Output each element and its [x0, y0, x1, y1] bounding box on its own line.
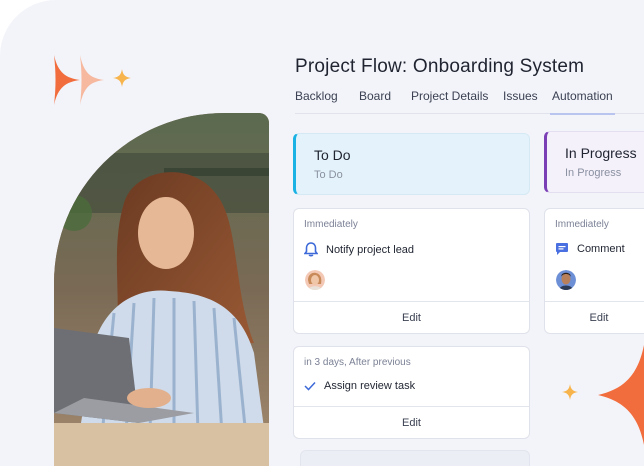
sparkle-small-yellow-icon [113, 69, 131, 87]
automation-action: Notify project lead [304, 242, 414, 257]
tab-issues[interactable]: Issues [503, 88, 538, 114]
automation-action: Assign review task [304, 380, 415, 392]
edit-button[interactable]: Edit [294, 301, 529, 333]
trigger-timing: Immediately [555, 219, 609, 230]
action-label: Comment [577, 243, 625, 255]
column-title: To Do [314, 147, 351, 163]
hero-canvas: Project Flow: Onboarding System Backlog … [0, 0, 644, 466]
avatar [305, 270, 325, 290]
checkmark-icon [304, 381, 316, 391]
bell-icon [304, 242, 318, 257]
action-label: Notify project lead [326, 243, 415, 256]
automation-card: Immediately Comment Edit [544, 208, 644, 334]
column-header-in-progress[interactable]: In Progress In Progress [544, 131, 644, 193]
comment-icon [556, 243, 568, 255]
edit-button[interactable]: Edit [545, 301, 644, 333]
avatar [556, 270, 576, 290]
edit-button[interactable]: Edit [294, 406, 529, 438]
sparkle-small-yellow-icon [562, 384, 578, 400]
hero-photo [54, 113, 269, 466]
trigger-timing: Immediately [304, 219, 358, 230]
automation-card: in 3 days, After previous Assign review … [293, 346, 530, 439]
column-header-todo[interactable]: To Do To Do [293, 133, 530, 195]
tab-automation[interactable]: Automation [550, 88, 615, 115]
trigger-timing: in 3 days, After previous [304, 357, 411, 368]
tab-board[interactable]: Board [359, 88, 391, 114]
column-title: In Progress [565, 145, 637, 161]
next-card-placeholder [300, 450, 530, 466]
column-subtitle: In Progress [565, 167, 622, 179]
automation-action: Comment [555, 242, 625, 256]
automation-card: Immediately Notify project lead Edit [293, 208, 530, 334]
column-subtitle: To Do [314, 169, 343, 181]
sparkle-large-orange-icon [598, 345, 644, 445]
tab-bar: Backlog Board Project Details Issues Aut… [295, 88, 644, 115]
tab-backlog[interactable]: Backlog [295, 88, 338, 114]
action-label: Assign review task [324, 380, 416, 392]
page-title: Project Flow: Onboarding System [295, 56, 585, 77]
sparkle-peach-icon [80, 55, 104, 105]
tab-project-details[interactable]: Project Details [411, 88, 488, 114]
